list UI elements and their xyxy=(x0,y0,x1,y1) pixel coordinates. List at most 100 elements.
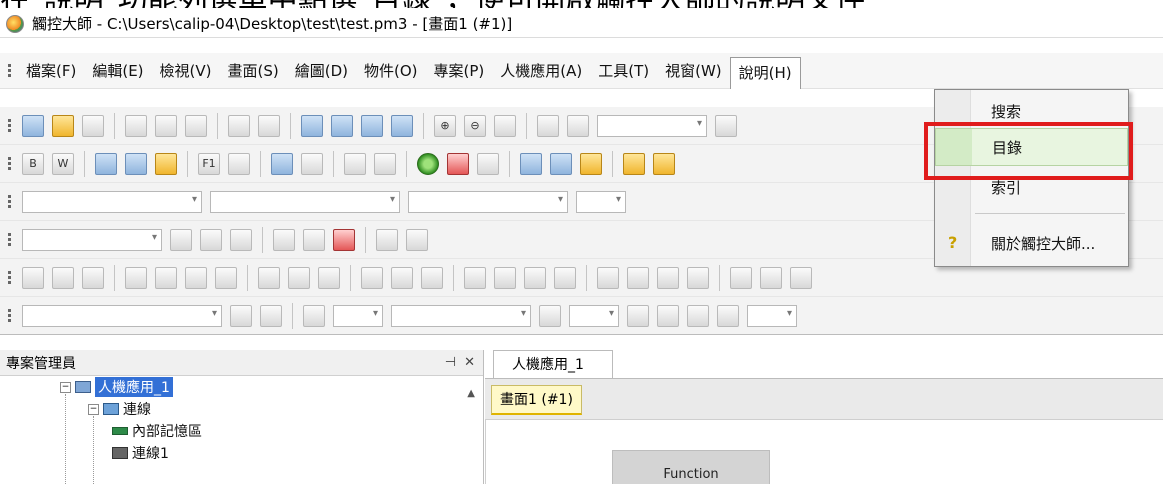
tool-object-button[interactable] xyxy=(653,152,675,175)
radio-button-tool[interactable] xyxy=(344,152,366,175)
line-button[interactable] xyxy=(687,304,709,327)
design-canvas[interactable]: Function xyxy=(485,420,1163,484)
menu-window[interactable]: 視窗(W) xyxy=(657,56,730,86)
same-height-button[interactable] xyxy=(288,266,310,289)
ungroup-button[interactable] xyxy=(391,266,413,289)
spin-button[interactable] xyxy=(715,114,737,137)
lamp-button[interactable] xyxy=(417,152,439,175)
text-color-combo[interactable] xyxy=(747,304,797,327)
menu-draw[interactable]: 繪圖(D) xyxy=(287,56,356,86)
picture-button[interactable] xyxy=(155,152,177,175)
tree-node-connection[interactable]: − 連線 xyxy=(0,398,483,420)
bring-front-button[interactable] xyxy=(597,266,619,289)
pencil-color-button[interactable] xyxy=(539,304,561,327)
style-combo[interactable] xyxy=(408,190,568,213)
undo-button[interactable] xyxy=(228,114,250,137)
space-even-button[interactable] xyxy=(524,266,546,289)
upload-button[interactable] xyxy=(391,114,413,137)
canvas-object[interactable]: Function xyxy=(612,450,770,484)
align-top-button[interactable] xyxy=(125,266,147,289)
pin-icon[interactable]: ⊣ xyxy=(445,355,456,370)
lock-button[interactable] xyxy=(421,266,443,289)
function-key-button[interactable]: F1 xyxy=(198,152,220,175)
tree-node-hmi[interactable]: − 人機應用_1 xyxy=(0,376,483,398)
screen-right-button[interactable] xyxy=(230,228,252,251)
multi-state-button[interactable] xyxy=(271,152,293,175)
align-middle-button[interactable] xyxy=(155,266,177,289)
paste-button[interactable] xyxy=(185,114,207,137)
bit-button[interactable]: B xyxy=(22,152,44,175)
align-right-button[interactable] xyxy=(82,266,104,289)
line-style-combo[interactable] xyxy=(22,304,222,327)
toolbar-grip[interactable] xyxy=(0,297,18,334)
collapse-toggle-icon[interactable]: − xyxy=(60,381,71,393)
menu-help[interactable]: 說明(H) xyxy=(729,56,801,89)
touch-button[interactable] xyxy=(447,152,469,175)
toolbar-grip[interactable] xyxy=(0,183,18,220)
macro-view-button[interactable] xyxy=(406,228,428,251)
zoom-in-button[interactable]: ⊕ xyxy=(434,114,456,137)
menu-tools[interactable]: 工具(T) xyxy=(590,56,657,86)
new-file-button[interactable] xyxy=(22,114,44,137)
tab-screen1[interactable]: 畫面1 (#1) xyxy=(491,385,582,415)
align-left-button[interactable] xyxy=(22,266,44,289)
rotate-button[interactable] xyxy=(790,266,812,289)
same-size-button[interactable] xyxy=(318,266,340,289)
zoom-tool-button[interactable] xyxy=(494,114,516,137)
menu-screen[interactable]: 畫面(S) xyxy=(220,56,287,86)
screen-left-button[interactable] xyxy=(170,228,192,251)
toolbar-grip[interactable] xyxy=(0,107,18,144)
menu-object[interactable]: 物件(O) xyxy=(356,56,426,86)
border-button[interactable] xyxy=(303,304,325,327)
menu-item-about[interactable]: ? 關於觸控大師... xyxy=(935,224,1128,262)
switch-tool-button[interactable] xyxy=(374,152,396,175)
word-button[interactable]: W xyxy=(52,152,74,175)
copy-button[interactable] xyxy=(155,114,177,137)
toolbar-grip[interactable] xyxy=(0,145,18,182)
center-in-screen-button[interactable] xyxy=(215,266,237,289)
color-combo[interactable] xyxy=(576,190,626,213)
menu-view[interactable]: 檢視(V) xyxy=(152,56,220,86)
screen-view-button[interactable] xyxy=(200,228,222,251)
numeric-display-button[interactable] xyxy=(520,152,542,175)
table-button[interactable] xyxy=(228,152,250,175)
window-left-button[interactable] xyxy=(273,228,295,251)
redo-button[interactable] xyxy=(258,114,280,137)
toolbar-grip[interactable] xyxy=(0,53,18,88)
align-center-button[interactable] xyxy=(52,266,74,289)
zoom-level-combo[interactable] xyxy=(597,114,707,137)
slider-button[interactable] xyxy=(477,152,499,175)
font-name-combo[interactable] xyxy=(22,190,202,213)
menu-file[interactable]: 檔案(F) xyxy=(18,56,84,86)
space-remove-button[interactable] xyxy=(554,266,576,289)
screen-button[interactable] xyxy=(95,152,117,175)
cut-button[interactable] xyxy=(125,114,147,137)
selector-button[interactable] xyxy=(301,152,323,175)
collapse-toggle-icon[interactable]: − xyxy=(88,403,99,415)
text-display-button[interactable] xyxy=(550,152,572,175)
simulate-button[interactable] xyxy=(331,114,353,137)
same-width-button[interactable] xyxy=(258,266,280,289)
toolbar-grip[interactable] xyxy=(0,259,18,296)
pattern-button[interactable] xyxy=(260,304,282,327)
text-button[interactable] xyxy=(717,304,739,327)
send-backward-button[interactable] xyxy=(687,266,709,289)
tree-node-internal-memory[interactable]: 內部記憶區 xyxy=(0,420,483,442)
bulb-button[interactable] xyxy=(623,152,645,175)
tab-hmi[interactable]: 人機應用_1 xyxy=(493,350,613,378)
grid-snap-button[interactable] xyxy=(537,114,559,137)
line-width-combo[interactable] xyxy=(391,304,531,327)
save-button[interactable] xyxy=(82,114,104,137)
compile-button[interactable] xyxy=(301,114,323,137)
open-folder-button[interactable] xyxy=(52,114,74,137)
zoom-out-button[interactable]: ⊖ xyxy=(464,114,486,137)
rect-button[interactable] xyxy=(627,304,649,327)
fill-color-combo[interactable] xyxy=(333,304,383,327)
menu-hmi[interactable]: 人機應用(A) xyxy=(492,56,590,86)
flip-horizontal-button[interactable] xyxy=(730,266,752,289)
font-size-combo[interactable] xyxy=(210,190,400,213)
window-button[interactable] xyxy=(125,152,147,175)
toolbar-grip[interactable] xyxy=(0,221,18,258)
window-view-button[interactable] xyxy=(303,228,325,251)
macro-left-button[interactable] xyxy=(376,228,398,251)
